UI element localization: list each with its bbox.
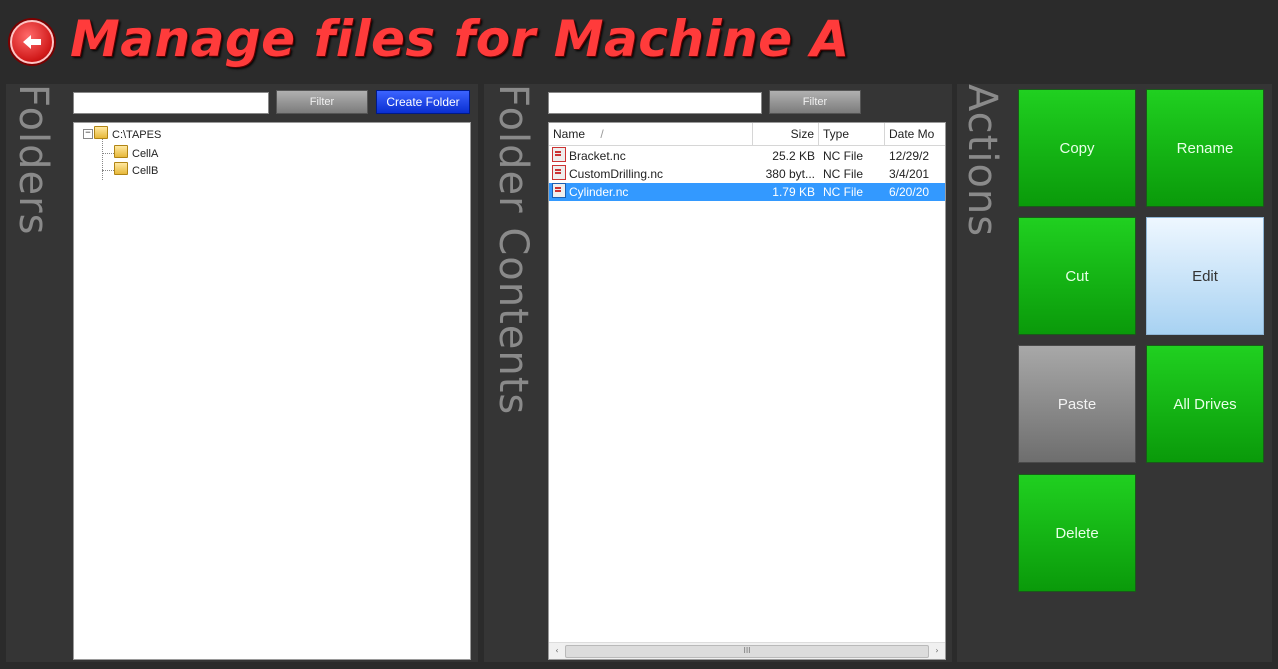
cut-button[interactable]: Cut xyxy=(1018,217,1136,335)
file-size: 1.79 KB xyxy=(772,185,815,199)
column-header-name[interactable]: Name / xyxy=(549,123,753,145)
file-type: NC File xyxy=(823,185,864,199)
folders-filter-input[interactable] xyxy=(73,92,269,114)
all-drives-button[interactable]: All Drives xyxy=(1146,345,1264,463)
contents-filter-input[interactable] xyxy=(548,92,762,114)
file-date: 12/29/2 xyxy=(889,149,930,163)
page-title: Manage files for Machine A xyxy=(70,10,850,68)
arrow-left-icon xyxy=(23,35,41,49)
file-list[interactable]: Name / Size Type Date Mo Bracket.nc 25.2… xyxy=(548,122,946,660)
paste-button[interactable]: Paste xyxy=(1018,345,1136,463)
folder-tree[interactable]: − C:\TAPES CellA CellB xyxy=(73,122,471,660)
contents-filter-button[interactable]: Filter xyxy=(769,90,861,114)
folder-contents-label: Folder Contents xyxy=(490,84,536,416)
tree-collapse-icon[interactable]: − xyxy=(83,129,93,139)
nc-file-icon xyxy=(552,165,566,180)
tree-item-cella[interactable]: CellA xyxy=(114,145,158,161)
file-name: Cylinder.nc xyxy=(569,185,629,199)
rename-button[interactable]: Rename xyxy=(1146,89,1264,207)
folder-icon xyxy=(114,145,128,158)
file-list-header: Name / Size Type Date Mo xyxy=(549,123,945,146)
folder-icon xyxy=(114,162,128,175)
tree-item-label: CellA xyxy=(132,148,159,160)
folders-label: Folders xyxy=(10,84,56,236)
column-header-type[interactable]: Type xyxy=(819,123,885,145)
nc-file-icon xyxy=(552,147,566,162)
create-folder-button[interactable]: Create Folder xyxy=(376,90,470,114)
scroll-thumb[interactable]: III xyxy=(565,645,929,658)
column-header-size[interactable]: Size xyxy=(753,123,819,145)
file-type: NC File xyxy=(823,149,864,163)
delete-button[interactable]: Delete xyxy=(1018,474,1136,592)
scroll-right-icon[interactable]: › xyxy=(930,643,944,659)
tree-item-cellb[interactable]: CellB xyxy=(114,162,158,178)
file-type: NC File xyxy=(823,167,864,181)
edit-button[interactable]: Edit xyxy=(1146,217,1264,335)
tree-item-label: CellB xyxy=(132,165,159,177)
file-name: CustomDrilling.nc xyxy=(569,167,664,181)
tree-item-root[interactable]: C:\TAPES xyxy=(94,126,161,142)
folders-filter-button[interactable]: Filter xyxy=(276,90,368,114)
file-row-customdrilling[interactable]: CustomDrilling.nc 380 byt... NC File 3/4… xyxy=(549,165,945,183)
file-name: Bracket.nc xyxy=(569,149,626,163)
file-date: 3/4/201 xyxy=(889,167,930,181)
actions-label: Actions xyxy=(959,84,1005,238)
folder-icon xyxy=(94,126,108,139)
nc-file-icon xyxy=(552,183,566,198)
folders-panel: Folders Filter Create Folder − C:\TAPES … xyxy=(6,84,478,662)
horizontal-scrollbar[interactable]: ‹ III › xyxy=(549,642,945,659)
file-size: 25.2 KB xyxy=(772,149,815,163)
sort-indicator: / xyxy=(600,127,604,141)
file-row-bracket[interactable]: Bracket.nc 25.2 KB NC File 12/29/2 xyxy=(549,147,945,165)
back-button[interactable] xyxy=(10,20,54,64)
file-size: 380 byt... xyxy=(765,167,815,181)
scroll-left-icon[interactable]: ‹ xyxy=(550,643,564,659)
file-date: 6/20/20 xyxy=(889,185,930,199)
copy-button[interactable]: Copy xyxy=(1018,89,1136,207)
folder-contents-panel: Folder Contents Filter Name / Size Type … xyxy=(484,84,952,662)
tree-item-label: C:\TAPES xyxy=(112,129,162,141)
column-header-date[interactable]: Date Mo xyxy=(885,123,945,145)
file-row-cylinder[interactable]: Cylinder.nc 1.79 KB NC File 6/20/20 xyxy=(549,183,945,201)
